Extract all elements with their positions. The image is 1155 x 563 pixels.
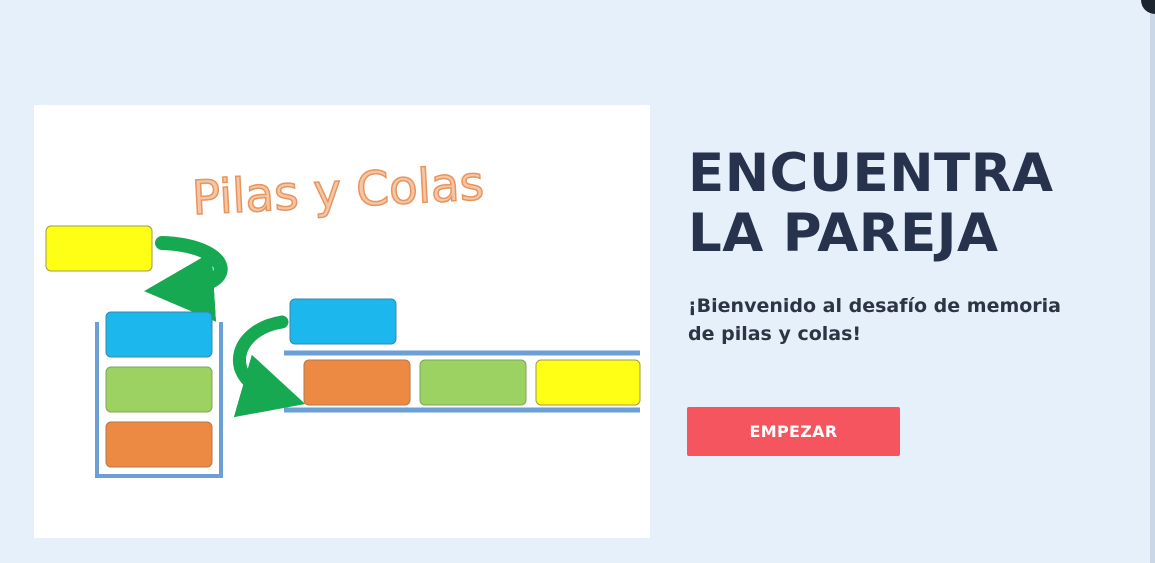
page-title: ENCUENTRA LA PAREJA xyxy=(688,144,1054,264)
page-title-line-2: LA PAREJA xyxy=(688,203,999,264)
incoming-stack-block xyxy=(45,225,153,272)
queue-block-first xyxy=(303,359,411,406)
stack-block-middle xyxy=(105,366,213,413)
corner-mark xyxy=(1141,0,1155,14)
push-arrow-icon xyxy=(144,236,228,322)
stacks-queues-diagram: Pilas y Colas xyxy=(45,155,641,478)
illustration-title: Pilas y Colas xyxy=(191,156,486,226)
right-edge-bar xyxy=(1150,0,1155,563)
page-title-line-1: ENCUENTRA xyxy=(688,143,1054,204)
incoming-queue-block xyxy=(289,298,397,345)
stack-block-top xyxy=(105,311,213,358)
queue-block-second xyxy=(419,359,527,406)
stacks-queues-illustration: Pilas y Colas xyxy=(34,105,650,538)
stack-block-bottom xyxy=(105,421,213,468)
queue-block-third xyxy=(535,359,641,406)
welcome-message: ¡Bienvenido al desafío de memoria de pil… xyxy=(688,295,1062,345)
start-button[interactable]: EMPEZAR xyxy=(687,407,900,456)
enqueue-arrow-icon xyxy=(232,315,306,418)
